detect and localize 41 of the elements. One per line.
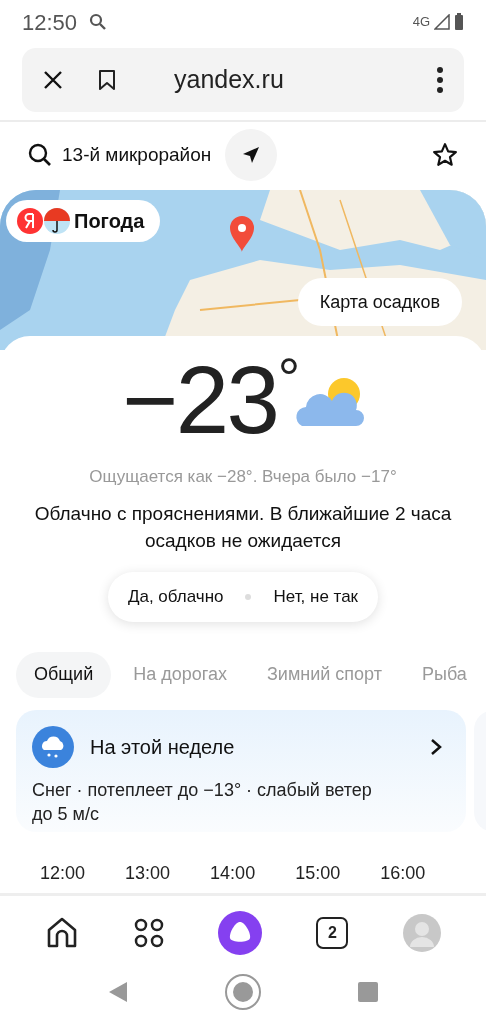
- degree-sign: °: [277, 350, 301, 406]
- menu-icon[interactable]: [436, 66, 444, 94]
- network-label: 4G: [412, 13, 430, 32]
- week-card[interactable]: На этой неделе Снег · потеплеет до −13° · слабый ветер до 5 м/с: [16, 709, 466, 832]
- hour-label: 14:00: [210, 861, 256, 885]
- snow-cloud-icon: [32, 725, 74, 768]
- url-text[interactable]: yandex.ru: [174, 61, 284, 99]
- search-icon[interactable]: [28, 143, 52, 167]
- close-icon[interactable]: [42, 69, 64, 91]
- home-button-icon[interactable]: [224, 973, 262, 1011]
- assistant-icon[interactable]: [217, 910, 262, 955]
- apps-icon[interactable]: [133, 917, 164, 948]
- chevron-right-icon: [430, 737, 442, 756]
- brand-name: Погода: [74, 209, 145, 234]
- week-title: На этой неделе: [90, 734, 235, 760]
- star-icon[interactable]: [432, 142, 458, 168]
- hour-label: 16:00: [380, 861, 426, 885]
- feedback-button[interactable]: Нет, не так: [261, 583, 371, 610]
- forecast-description: Облачно с прояснениями. В ближайшие 2 часа осадков не ожидается: [33, 501, 453, 553]
- feedback-button[interactable]: Да, облачно: [115, 583, 236, 610]
- hour-label: 15:00: [295, 861, 341, 885]
- precipitation-map-button[interactable]: Карта осадков: [297, 278, 462, 326]
- back-icon[interactable]: [108, 981, 128, 1003]
- temperature: −23: [121, 350, 278, 450]
- search-icon: [89, 13, 108, 31]
- brand-badge[interactable]: Погода: [6, 200, 161, 242]
- signal-icon: [434, 14, 450, 30]
- hour-label: 12:00: [40, 861, 86, 885]
- bookmark-icon[interactable]: [98, 69, 116, 91]
- location-name[interactable]: 13-й микрорайон: [62, 140, 212, 170]
- hour-label: 13:00: [125, 861, 171, 885]
- week-summary: Снег · потеплеет до −13° · слабый ветер до 5 м/с: [32, 778, 373, 826]
- battery-icon: [454, 13, 464, 31]
- arrow-icon: [241, 145, 262, 165]
- feels-like-text: Ощущается как −28°. Вчера было −17°: [88, 466, 398, 488]
- cloudy-sun-icon: [294, 376, 365, 428]
- status-time: 12:50: [22, 8, 78, 37]
- logo-icon: [16, 207, 70, 235]
- tabs-counter[interactable]: 2: [316, 916, 349, 949]
- category-tab[interactable]: Общий: [16, 651, 112, 698]
- address-bar[interactable]: yandex.ru: [22, 48, 464, 112]
